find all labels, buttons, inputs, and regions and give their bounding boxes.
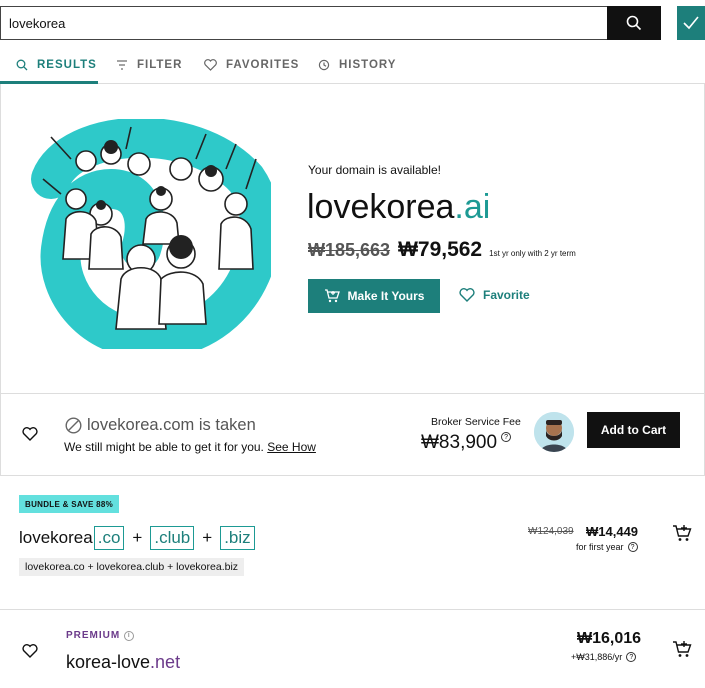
sale-price: ₩79,562 xyxy=(398,238,483,261)
bundle-domains[interactable]: lovekorea .co + .club + .biz xyxy=(19,526,256,550)
tab-label: RESULTS xyxy=(37,59,97,71)
bundle-base: lovekorea xyxy=(19,528,93,547)
search-input[interactable] xyxy=(0,6,608,40)
help-icon[interactable]: ? xyxy=(501,432,512,442)
cart-icon xyxy=(324,289,340,303)
heart-icon xyxy=(204,59,217,71)
search-button[interactable] xyxy=(607,6,661,40)
premium-label: PREMIUM i xyxy=(66,630,135,641)
bundle-tld: .co xyxy=(93,526,125,550)
availability-message: Your domain is available! xyxy=(308,163,441,177)
tab-label: HISTORY xyxy=(339,59,397,71)
make-it-yours-label: Make It Yours xyxy=(347,289,425,303)
search-icon xyxy=(626,15,642,31)
premium-domain-row: PREMIUM i korea-love.net ₩16,016 +₩31,886… xyxy=(0,610,705,688)
premium-domain: korea-love.net xyxy=(66,652,180,673)
heart-icon[interactable] xyxy=(22,427,38,441)
people-illustration xyxy=(31,119,271,349)
bundle-note-text: for first year xyxy=(576,542,624,552)
help-icon[interactable]: ? xyxy=(626,652,637,662)
domain-name: lovekorea xyxy=(307,188,455,226)
premium-renewal: +₩31,886/yr? xyxy=(571,652,637,662)
taken-title-text: lovekorea.com is taken xyxy=(87,416,256,434)
confirm-button[interactable] xyxy=(677,6,705,40)
term-note: 1st yr only with 2 yr term xyxy=(489,249,576,258)
bundle-original-price: ₩124,039 xyxy=(528,526,574,537)
make-it-yours-button[interactable]: Make It Yours xyxy=(308,279,440,313)
tab-bar: RESULTS FILTER FAVORITES HISTORY xyxy=(0,44,705,84)
search-icon xyxy=(16,59,28,71)
heart-icon xyxy=(459,288,475,302)
tab-favorites[interactable]: FAVORITES xyxy=(204,54,299,76)
original-price: ₩185,663 xyxy=(308,240,391,260)
history-icon xyxy=(318,59,330,71)
favorite-label: Favorite xyxy=(483,288,530,302)
add-cart-icon[interactable] xyxy=(672,640,692,658)
heart-icon[interactable] xyxy=(22,644,38,658)
add-cart-icon[interactable] xyxy=(672,524,692,542)
plus-sign: + xyxy=(202,528,213,547)
tab-label: FILTER xyxy=(137,59,183,71)
premium-price: ₩16,016 xyxy=(577,630,642,647)
taken-subtitle: We still might be able to get it for you… xyxy=(64,440,316,454)
bundle-tld: .biz xyxy=(220,526,255,550)
tab-history[interactable]: HISTORY xyxy=(318,54,396,76)
featured-domain-card: Your domain is available! lovekorea.ai ₩… xyxy=(0,84,705,394)
tab-results[interactable]: RESULTS xyxy=(16,54,97,76)
available-domain: lovekorea.ai xyxy=(307,188,490,227)
domain-tld: .ai xyxy=(454,188,491,226)
filter-icon xyxy=(117,60,127,70)
bundle-sale-price: ₩14,449 xyxy=(586,524,639,539)
domain-name: korea-love xyxy=(66,652,151,672)
tab-filter[interactable]: FILTER xyxy=(116,54,182,76)
broker-fee-label: Broker Service Fee xyxy=(431,416,521,428)
tab-label: FAVORITES xyxy=(226,59,300,71)
premium-label-text: PREMIUM xyxy=(66,630,121,641)
bundle-list: lovekorea.co + lovekorea.club + lovekore… xyxy=(19,558,245,576)
broker-price-value: ₩83,900 xyxy=(421,432,498,453)
taken-subtitle-text: We still might be able to get it for you… xyxy=(64,440,264,454)
taken-domain-row: lovekorea.com is taken We still might be… xyxy=(0,394,705,476)
help-icon[interactable]: ? xyxy=(627,542,638,552)
info-icon[interactable]: i xyxy=(124,630,135,641)
bundle-note: for first year? xyxy=(576,542,638,552)
broker-avatar xyxy=(534,412,574,452)
favorite-button[interactable]: Favorite xyxy=(459,288,530,302)
bundle-tld: .club xyxy=(150,526,195,550)
broker-fee-price: ₩83,900? xyxy=(421,432,512,454)
domain-tld: .net xyxy=(150,652,181,672)
price-row: ₩185,663 ₩79,562 1st yr only with 2 yr t… xyxy=(308,238,576,262)
unavailable-icon xyxy=(65,417,82,434)
add-to-cart-button[interactable]: Add to Cart xyxy=(587,412,680,448)
plus-sign: + xyxy=(132,528,143,547)
search-bar xyxy=(0,0,705,44)
see-how-link[interactable]: See How xyxy=(267,440,316,454)
taken-title: lovekorea.com is taken xyxy=(65,416,256,435)
premium-renewal-text: +₩31,886/yr xyxy=(571,652,623,662)
bundle-row: BUNDLE & SAVE 88% lovekorea .co + .club … xyxy=(0,476,705,610)
check-icon xyxy=(683,16,699,30)
bundle-badge: BUNDLE & SAVE 88% xyxy=(19,495,120,513)
